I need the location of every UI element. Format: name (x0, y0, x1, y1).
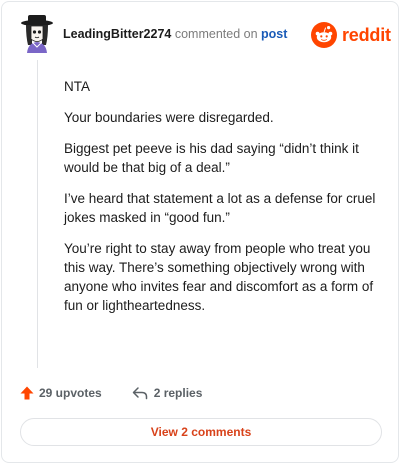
replies-stat[interactable]: 2 replies (132, 386, 203, 400)
comment-paragraph: Biggest pet peeve is his dad saying “did… (64, 141, 359, 175)
upvotes-count: 29 upvotes (39, 386, 102, 400)
reddit-wordmark: reddit (342, 24, 391, 45)
view-comments-label: View 2 comments (150, 425, 252, 439)
comment-paragraph: NTA (64, 79, 90, 94)
thread-line (37, 60, 38, 368)
reddit-snoo-icon (311, 22, 337, 48)
comment-paragraph: I’ve heard that statement a lot as a def… (64, 191, 376, 225)
user-avatar[interactable] (19, 15, 55, 53)
reply-arrow-icon (132, 387, 147, 400)
upvotes-stat[interactable]: 29 upvotes (20, 386, 102, 400)
post-link[interactable]: post (261, 27, 287, 41)
comment-body: NTA Your boundaries were disregarded. Bi… (64, 77, 394, 327)
reddit-logo[interactable]: reddit (311, 22, 391, 48)
comment-card: LeadingBitter2274 commented on post redd… (1, 1, 399, 463)
view-comments-button[interactable]: View 2 comments (20, 418, 382, 446)
comment-paragraph: You’re right to stay away from people wh… (64, 241, 374, 313)
comment-paragraph: Your boundaries were disregarded. (64, 110, 274, 125)
action-text: commented on (174, 27, 258, 41)
username-link[interactable]: LeadingBitter2274 (63, 27, 171, 41)
comment-header: LeadingBitter2274 commented on post (63, 27, 287, 41)
upvote-arrow-icon (20, 386, 34, 400)
comment-stats: 29 upvotes 2 replies (20, 385, 202, 401)
replies-count: 2 replies (153, 386, 203, 400)
